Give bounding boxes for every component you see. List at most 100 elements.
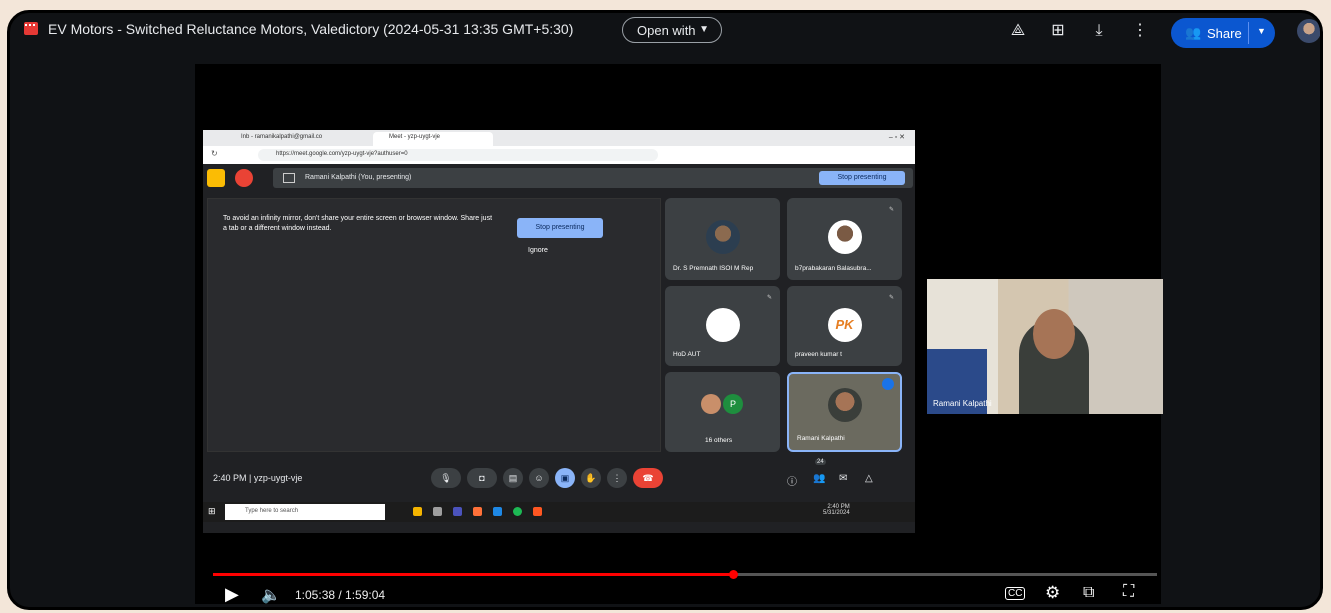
add-note-icon[interactable]: ⊞ [1048,21,1068,41]
volume-icon[interactable]: 🔈 [261,585,281,605]
address-bar: https://meet.google.com/yzp-uygt-vje?aut… [258,149,658,161]
recorded-browser: Inb - ramanikalpathi@gmail.co Meet - yzp… [203,130,915,533]
participant-photo [705,220,740,254]
meet-controls: 2:40 PM | yzp-uygt-vje 🎙 ◘ ▤ ☺ ▣ ✋ ⋮ ☎ ⓘ… [203,459,915,494]
participant-logo [705,308,740,342]
captions-icon[interactable]: CC [1005,587,1026,600]
open-with-button[interactable]: Open with ▼ [622,17,722,43]
speaking-icon [882,378,894,390]
hand-icon: ✋ [581,468,601,488]
ignore-label: Ignore [528,247,548,254]
participant-tile: P 16 others [665,372,780,452]
meeting-time-code: 2:40 PM | yzp-uygt-vje [213,473,303,483]
meet-activities-icon [207,169,225,187]
participant-photo [827,388,862,422]
taskbar-search: Type here to search [225,504,385,520]
stop-presenting-button: Stop presenting [819,171,905,185]
taskbar-app-icon [493,507,502,516]
progress-fill [213,573,734,576]
viewer-topbar: EV Motors - Switched Reluctance Motors, … [10,13,1320,53]
fullscreen-icon[interactable]: ⛶ [1123,583,1134,601]
taskbar-date: 5/31/2024 [823,510,850,516]
camera-name-label: Ramani Kalpathi [933,399,992,408]
participant-avatar: P [723,394,743,414]
screen-recording: Inb - ramanikalpathi@gmail.co Meet - yzp… [195,64,920,555]
windows-taskbar: ⊞ Type here to search 2:40 PM 5/31/2024 [203,502,915,522]
speaker-camera-feed: Ramani Kalpathi [927,279,1163,414]
participant-tile: ✎ HoD AUT [665,286,780,366]
activities-icon: △ [865,473,873,484]
taskbar-app-icon [453,507,462,516]
video-file-icon [24,22,38,35]
info-icon: ⓘ [787,477,797,488]
video-player[interactable]: Inb - ramanikalpathi@gmail.co Meet - yzp… [195,64,1163,605]
pk-logo: PK [827,308,862,342]
taskbar-clock: 2:40 PM 5/31/2024 [823,504,850,516]
window-controls: – ▫ ✕ [888,134,905,141]
record-icon [235,169,253,187]
people-icon: 👥 [813,473,826,484]
play-icon[interactable]: ▶ [225,584,239,605]
miniplayer-icon[interactable]: ⧉ [1083,584,1094,602]
participant-tile-self: Ramani Kalpathi [787,372,902,452]
pin-icon: ✎ [888,295,894,301]
camera-icon: ◘ [467,468,497,488]
more-vert-icon[interactable]: ⋮ [1130,21,1150,41]
progress-bar[interactable] [213,570,1157,579]
video-viewer-window: EV Motors - Switched Reluctance Motors, … [7,10,1323,610]
present-screen-icon [283,173,295,183]
participants-count: 24 [815,459,826,465]
meet-window: Ramani Kalpathi (You, presenting) Stop p… [203,164,915,533]
browser-tab-meet: Meet - yzp-uygt-vje [373,132,493,146]
open-with-label: Open with [637,23,696,38]
share-divider [1248,22,1249,44]
more-options-icon: ⋮ [607,468,627,488]
browser-tab-strip: Inb - ramanikalpathi@gmail.co Meet - yzp… [203,130,915,146]
share-label: Share [1207,26,1242,41]
share-dropdown-icon[interactable]: ▼ [1257,26,1266,36]
pin-icon: ✎ [888,207,894,213]
participant-name: praveen kumar t [795,351,842,358]
participant-name: b7prabakaran Balasubra... [795,265,872,272]
progress-handle[interactable] [729,570,739,579]
present-icon: ▣ [555,468,575,488]
captions-icon: ▤ [503,468,523,488]
reload-icon: ↻ [211,149,218,158]
browser-address-row: ↻ https://meet.google.com/yzp-uygt-vje?a… [203,146,915,165]
account-avatar[interactable] [1297,19,1320,43]
taskbar-app-icon [513,507,522,516]
chevron-down-icon: ▼ [699,24,709,35]
download-icon[interactable]: ⤓ [1089,21,1109,41]
participant-name: Dr. S Premnath ISOI M Rep [673,265,754,272]
share-button[interactable]: 👥 Share ▼ [1171,18,1275,48]
taskbar-app-icon [533,507,542,516]
timestamp: 1:05:38 / 1:59:04 [295,588,386,602]
participant-name: 16 others [705,437,733,444]
participant-name: HoD AUT [673,351,701,358]
document-title: EV Motors - Switched Reluctance Motors, … [48,21,574,37]
chat-icon: ✉ [839,473,848,484]
emoji-icon: ☺ [529,468,549,488]
pin-icon: ✎ [766,295,772,301]
browser-tab-gmail: Inb - ramanikalpathi@gmail.co [241,134,323,140]
windows-start-icon: ⊞ [208,506,216,516]
participant-name: Ramani Kalpathi [797,435,845,442]
participant-photo [701,394,721,414]
stop-presenting-button-2: Stop presenting [517,218,603,238]
add-to-drive-icon[interactable]: ⟁ [1008,21,1028,41]
participant-tile: Dr. S Premnath ISOI M Rep [665,198,780,280]
taskbar-app-icon [413,507,422,516]
participant-tile: ✎ b7prabakaran Balasubra... [787,198,902,280]
people-icon: 👥 [1185,25,1202,40]
speaker-head [1033,309,1075,359]
taskbar-app-icon [433,507,442,516]
taskbar-app-icon [473,507,482,516]
end-call-icon: ☎ [633,468,663,488]
mic-icon: 🎙 [431,468,461,488]
presenting-bar: Ramani Kalpathi (You, presenting) Stop p… [273,168,913,188]
participant-tile: ✎ PK praveen kumar t [787,286,902,366]
infinity-mirror-warning: To avoid an infinity mirror, don't share… [223,215,493,232]
presenting-label: Ramani Kalpathi (You, presenting) [305,174,412,181]
settings-gear-icon[interactable]: ⚙ [1045,583,1060,603]
participant-photo [827,220,862,254]
